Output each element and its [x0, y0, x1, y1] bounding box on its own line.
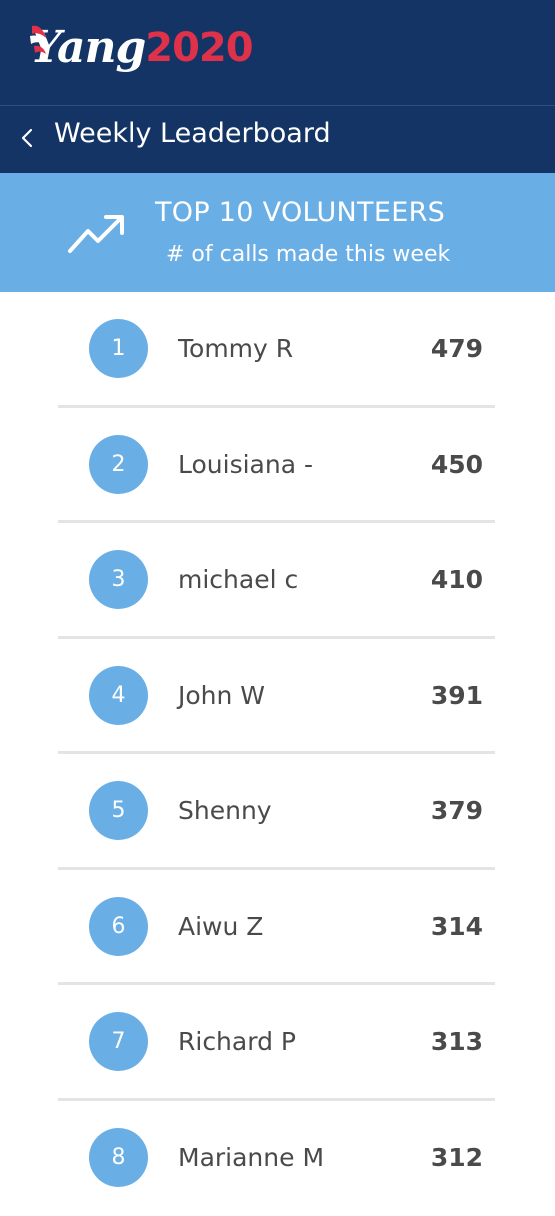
volunteer-name: Richard P	[178, 984, 296, 1099]
trending-up-icon	[66, 211, 126, 255]
rank-badge: 5	[89, 781, 148, 840]
call-count: 410	[431, 522, 483, 637]
volunteer-name: Aiwu Z	[178, 869, 263, 984]
logo-year: 2020	[145, 16, 252, 80]
volunteer-name: Tommy R	[178, 291, 293, 406]
rank-badge: 2	[89, 435, 148, 494]
banner-title: TOP 10 VOLUNTEERS	[155, 197, 445, 228]
leaderboard-row[interactable]: 8 Marianne M 312	[0, 1101, 555, 1216]
logo-swoosh-icon	[28, 20, 68, 70]
rank-badge: 1	[89, 319, 148, 378]
call-count: 379	[431, 753, 483, 868]
volunteer-name: Louisiana -	[178, 407, 313, 522]
call-count: 312	[431, 1100, 483, 1215]
call-count: 313	[431, 984, 483, 1099]
leaderboard-list: 1 Tommy R 479 2 Louisiana - 450 3 michae…	[0, 292, 555, 1216]
leaderboard-row[interactable]: 2 Louisiana - 450	[0, 408, 555, 524]
back-chevron-icon[interactable]	[16, 124, 38, 152]
leaderboard-row[interactable]: 7 Richard P 313	[0, 985, 555, 1101]
leaderboard-banner: TOP 10 VOLUNTEERS # of calls made this w…	[0, 173, 555, 292]
leaderboard-row[interactable]: 1 Tommy R 479	[0, 292, 555, 408]
rank-badge: 4	[89, 666, 148, 725]
volunteer-name: Shenny	[178, 753, 272, 868]
yang2020-logo[interactable]: Yang 2020	[28, 16, 253, 80]
volunteer-name: Marianne M	[178, 1100, 324, 1215]
call-count: 314	[431, 869, 483, 984]
call-count: 450	[431, 407, 483, 522]
leaderboard-row[interactable]: 4 John W 391	[0, 639, 555, 755]
call-count: 479	[431, 291, 483, 406]
app-header: Yang 2020	[0, 0, 555, 105]
banner-subtitle: # of calls made this week	[166, 242, 450, 267]
leaderboard-row[interactable]: 6 Aiwu Z 314	[0, 870, 555, 986]
page-title: Weekly Leaderboard	[54, 110, 331, 158]
nav-bar: Weekly Leaderboard	[0, 105, 555, 173]
rank-badge: 7	[89, 1012, 148, 1071]
rank-badge: 6	[89, 897, 148, 956]
volunteer-name: michael c	[178, 522, 298, 637]
rank-badge: 8	[89, 1128, 148, 1187]
call-count: 391	[431, 638, 483, 753]
leaderboard-row[interactable]: 3 michael c 410	[0, 523, 555, 639]
leaderboard-row[interactable]: 5 Shenny 379	[0, 754, 555, 870]
volunteer-name: John W	[178, 638, 265, 753]
rank-badge: 3	[89, 550, 148, 609]
